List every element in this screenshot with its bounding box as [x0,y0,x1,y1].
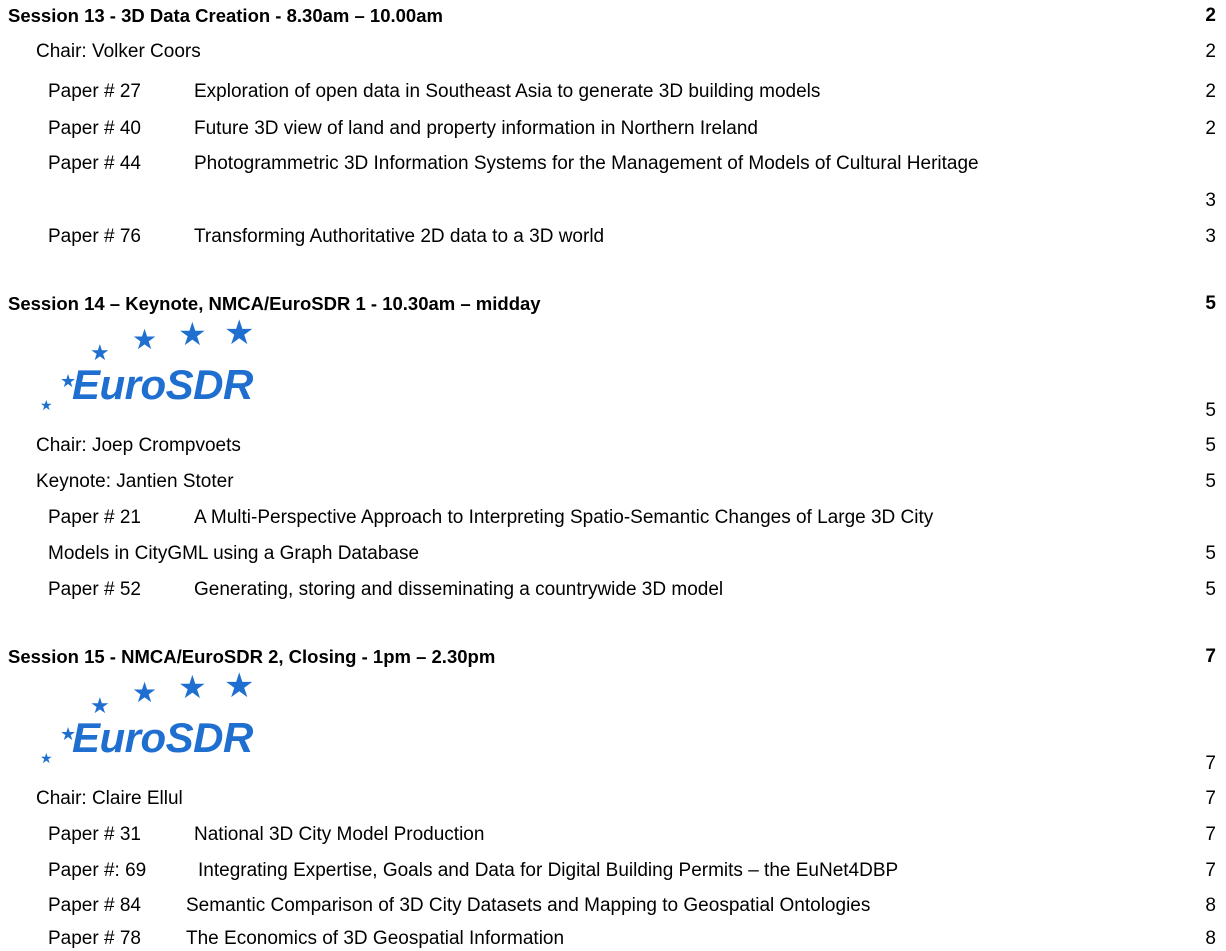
session-14-keynote[interactable]: Keynote: Jantien Stoter 5 [0,470,1216,494]
page-number: 2 [1205,118,1216,139]
page-number: 3 [1205,190,1216,211]
page-number: 8 [1205,928,1216,949]
session-heading-text: Session 15 - NMCA/EuroSDR 2, Closing - 1… [8,646,496,667]
paper-title: Photogrammetric 3D Information Systems f… [194,153,979,174]
toc-entry-paper-76[interactable]: Paper # 76 Transforming Authoritative 2D… [0,225,1216,249]
session-heading-text: Session 13 - 3D Data Creation - 8.30am –… [8,5,443,26]
paper-title: Transforming Authoritative 2D data to a … [194,226,605,247]
paper-label: Paper # 27 [48,81,141,102]
paper-title: Semantic Comparison of 3D City Datasets … [186,895,871,916]
paper-label: Paper # 76 [48,226,141,247]
star-icon: ★ [132,324,158,355]
chair-text: Chair: Claire Ellul [36,788,183,809]
keynote-text: Keynote: Jantien Stoter [36,471,234,492]
toc-entry-paper-27[interactable]: Paper # 27 Exploration of open data in S… [0,80,1216,104]
toc-entry-paper-44[interactable]: Paper # 44 Photogrammetric 3D Informatio… [0,152,1216,176]
star-icon: ★ [224,667,255,705]
paper-title: A Multi-Perspective Approach to Interpre… [194,507,934,528]
session-14-heading[interactable]: Session 14 – Keynote, NMCA/EuroSDR 1 - 1… [0,292,1216,316]
page-number: 2 [1205,41,1216,62]
toc-entry-paper-52[interactable]: Paper # 52 Generating, storing and disse… [0,578,1216,602]
star-icon: ★ [178,316,207,352]
page-number: 5 [1205,543,1216,564]
page-number: 7 [1205,646,1216,667]
toc-entry-paper-78[interactable]: Paper # 78 The Economics of 3D Geospatia… [0,927,1216,951]
paper-label: Paper # 44 [48,153,141,174]
paper-title: Generating, storing and disseminating a … [194,579,724,600]
page-number: 5 [1205,400,1216,421]
star-icon: ★ [178,669,207,705]
paper-label: Paper # 52 [48,579,141,600]
paper-title: National 3D City Model Production [194,824,485,845]
session-13-heading[interactable]: Session 13 - 3D Data Creation - 8.30am –… [0,4,1216,28]
page-number: 7 [1205,788,1216,809]
session-heading-text: Session 14 – Keynote, NMCA/EuroSDR 1 - 1… [8,293,541,314]
table-of-contents: Session 13 - 3D Data Creation - 8.30am –… [0,0,1226,951]
toc-entry-paper-21[interactable]: Paper # 21 A Multi-Perspective Approach … [0,506,1216,530]
paper-label: Paper # 31 [48,824,141,845]
toc-entry-paper-44-page[interactable]: 3 [0,189,1216,213]
toc-entry-paper-84[interactable]: Paper # 84 Semantic Comparison of 3D Cit… [0,894,1216,918]
paper-title-continuation: Models in CityGML using a Graph Database [48,543,420,564]
paper-title: Integrating Expertise, Goals and Data fo… [198,860,899,881]
page-number: 7 [1205,860,1216,881]
page-number: 2 [1205,5,1216,26]
paper-label: Paper # 40 [48,118,141,139]
star-icon: ★ [224,314,255,352]
session-13-chair[interactable]: Chair: Volker Coors 2 [0,40,1216,64]
toc-entry-paper-21-continued[interactable]: Models in CityGML using a Graph Database… [0,542,1216,566]
page-number: 3 [1205,226,1216,247]
chair-text: Chair: Joep Crompvoets [36,435,241,456]
page-number: 5 [1205,579,1216,600]
page-number: 5 [1205,435,1216,456]
paper-label: Paper # 78 [48,928,141,949]
session-14-chair[interactable]: Chair: Joep Crompvoets 5 [0,434,1216,458]
page-number: 7 [1205,753,1216,774]
toc-entry-logo-page[interactable]: 7 [0,752,1216,776]
toc-entry-logo-page[interactable]: 5 [0,399,1216,423]
paper-label: Paper #: 69 [48,860,147,881]
page-number: 2 [1205,81,1216,102]
page-number: 5 [1205,293,1216,314]
toc-entry-paper-40[interactable]: Paper # 40 Future 3D view of land and pr… [0,117,1216,141]
toc-entry-paper-69[interactable]: Paper #: 69 Integrating Expertise, Goals… [0,859,1216,883]
paper-label: Paper # 84 [48,895,141,916]
star-icon: ★ [132,677,158,708]
toc-entry-paper-31[interactable]: Paper # 31 National 3D City Model Produc… [0,823,1216,847]
session-15-chair[interactable]: Chair: Claire Ellul 7 [0,787,1216,811]
paper-title: Future 3D view of land and property info… [194,118,758,139]
paper-title: Exploration of open data in Southeast As… [194,81,821,102]
page-number: 7 [1205,824,1216,845]
paper-title: The Economics of 3D Geospatial Informati… [186,928,565,949]
session-15-heading[interactable]: Session 15 - NMCA/EuroSDR 2, Closing - 1… [0,645,1216,669]
chair-text: Chair: Volker Coors [36,41,201,62]
paper-label: Paper # 21 [48,507,141,528]
page-number: 8 [1205,895,1216,916]
page-number: 5 [1205,471,1216,492]
